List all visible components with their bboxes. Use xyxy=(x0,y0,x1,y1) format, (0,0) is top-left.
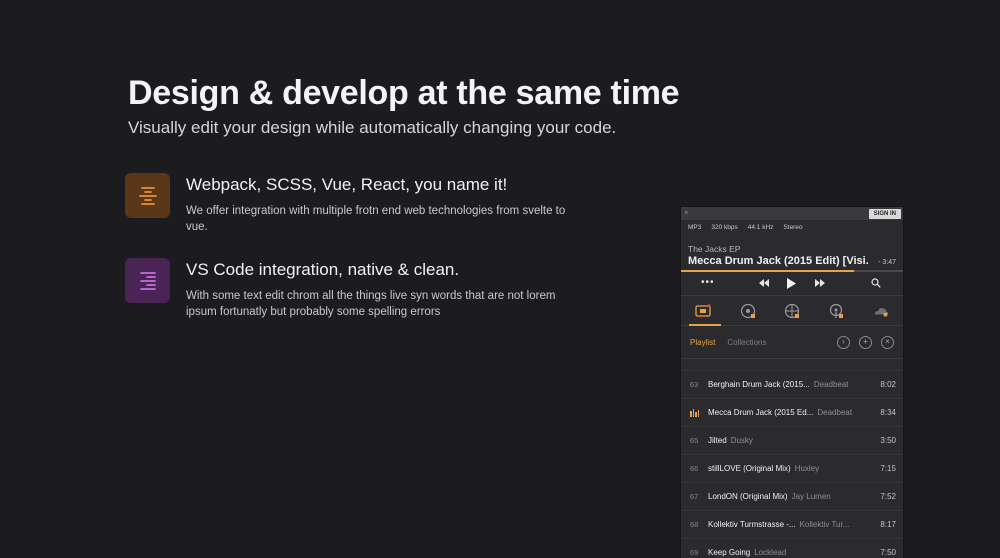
podcast-icon[interactable] xyxy=(828,303,844,319)
track-artist: Locklead xyxy=(754,548,787,557)
track-duration: 7:15 xyxy=(880,464,896,473)
track-title: Berghain Drum Jack (2015... xyxy=(708,380,810,389)
track-title: Kollektiv Turmstrasse -... xyxy=(708,520,796,529)
track-duration: 7:52 xyxy=(880,492,896,501)
window-titlebar: × SIGN IN xyxy=(681,207,903,220)
cloud-icon[interactable] xyxy=(873,303,889,319)
search-icon[interactable] xyxy=(871,278,881,291)
track-duration: 8:02 xyxy=(880,380,896,389)
feature-webpack: Webpack, SCSS, Vue, React, you name it! … xyxy=(125,173,586,235)
feature-vscode: VS Code integration, native & clean. Wit… xyxy=(125,258,586,320)
audio-format-info: MP3 320 kbps 44.1 kHz Stereo xyxy=(681,220,903,235)
feature-title: VS Code integration, native & clean. xyxy=(186,260,460,279)
table-row[interactable]: 69 Keep Going Locklead 7:50 xyxy=(681,539,903,558)
source-selector xyxy=(681,296,903,326)
globe-icon[interactable] xyxy=(784,303,800,319)
music-player-window: × SIGN IN MP3 320 kbps 44.1 kHz Stereo T… xyxy=(680,206,904,558)
feature-description: With some text edit chrom all the things… xyxy=(186,290,556,318)
text-align-right-icon xyxy=(125,258,170,303)
feature-title: Webpack, SCSS, Vue, React, you name it! xyxy=(186,175,508,194)
play-icon[interactable] xyxy=(787,278,796,292)
track-duration: 3:50 xyxy=(880,436,896,445)
track-duration: 7:50 xyxy=(880,548,896,557)
feature-description: We offer integration with multiple frotn… xyxy=(186,205,566,233)
track-number: 67 xyxy=(690,492,699,501)
add-icon[interactable]: + xyxy=(859,335,872,349)
track-artist: Kollektiv Tur... xyxy=(799,520,850,529)
track-artist: Huxley xyxy=(794,464,820,473)
arrow-right-icon[interactable]: › xyxy=(837,335,850,349)
track-duration: 8:34 xyxy=(880,408,896,417)
tab-playlist[interactable]: Playlist xyxy=(690,338,715,347)
track-artist: Dusky xyxy=(730,436,753,445)
more-icon[interactable]: ••• xyxy=(701,278,715,288)
page-title: Design & develop at the same time xyxy=(128,74,680,112)
track-list: 63 Berghain Drum Jack (2015... Deadbeat … xyxy=(681,358,903,558)
track-title: LondON (Original Mix) xyxy=(708,492,788,501)
sign-in-button[interactable]: SIGN IN xyxy=(868,209,901,219)
channels-label: Stereo xyxy=(783,224,803,231)
track-title: stillLOVE (Original Mix) xyxy=(708,464,791,473)
sample-rate-label: 44.1 kHz xyxy=(747,224,774,231)
album-title: The Jacks EP xyxy=(688,244,741,254)
table-row[interactable]: 67 LondON (Original Mix) Jay Lumen 7:52 xyxy=(681,483,903,511)
track-number: 68 xyxy=(690,520,699,529)
close-icon[interactable]: × xyxy=(881,335,894,349)
track-title: Mecca Drum Jack (2015 Ed... xyxy=(708,408,814,417)
table-row[interactable]: 68 Kollektiv Turmstrasse -... Kollektiv … xyxy=(681,511,903,539)
table-row[interactable]: 65 Jilted Dusky 3:50 xyxy=(681,427,903,455)
next-icon[interactable] xyxy=(815,279,825,290)
text-align-center-icon xyxy=(125,173,170,218)
track-number: 63 xyxy=(690,380,699,389)
time-remaining: - 3:47 xyxy=(878,259,896,266)
table-row[interactable]: Mecca Drum Jack (2015 Ed... Deadbeat 8:3… xyxy=(681,399,903,427)
table-row[interactable]: 63 Berghain Drum Jack (2015... Deadbeat … xyxy=(681,371,903,399)
now-playing-title: Mecca Drum Jack (2015 Edit) [Visi... xyxy=(688,255,868,267)
transport-controls: ••• xyxy=(681,272,903,296)
bitrate-label: 320 kbps xyxy=(711,224,738,231)
vinyl-icon[interactable] xyxy=(740,303,756,319)
track-title: Keep Going xyxy=(708,548,751,557)
track-number: 66 xyxy=(690,464,699,473)
track-title: Jilted xyxy=(708,436,727,445)
table-row[interactable]: 66 stillLOVE (Original Mix) Huxley 7:15 xyxy=(681,455,903,483)
cassette-icon[interactable] xyxy=(695,303,711,319)
equalizer-icon xyxy=(690,408,708,417)
track-artist: Deadbeat xyxy=(813,380,849,389)
track-number: 65 xyxy=(690,436,699,445)
track-number: 69 xyxy=(690,548,699,557)
close-icon[interactable]: × xyxy=(684,208,689,217)
list-item[interactable] xyxy=(681,359,903,371)
playlist-tabs: Playlist Collections › + × xyxy=(681,326,903,358)
track-duration: 8:17 xyxy=(880,520,896,529)
track-artist: Deadbeat xyxy=(817,408,853,417)
page-subtitle: Visually edit your design while automati… xyxy=(128,118,617,137)
format-label: MP3 xyxy=(688,224,702,231)
tab-collections[interactable]: Collections xyxy=(727,338,766,347)
track-artist: Jay Lumen xyxy=(791,492,831,501)
previous-icon[interactable] xyxy=(759,279,769,290)
